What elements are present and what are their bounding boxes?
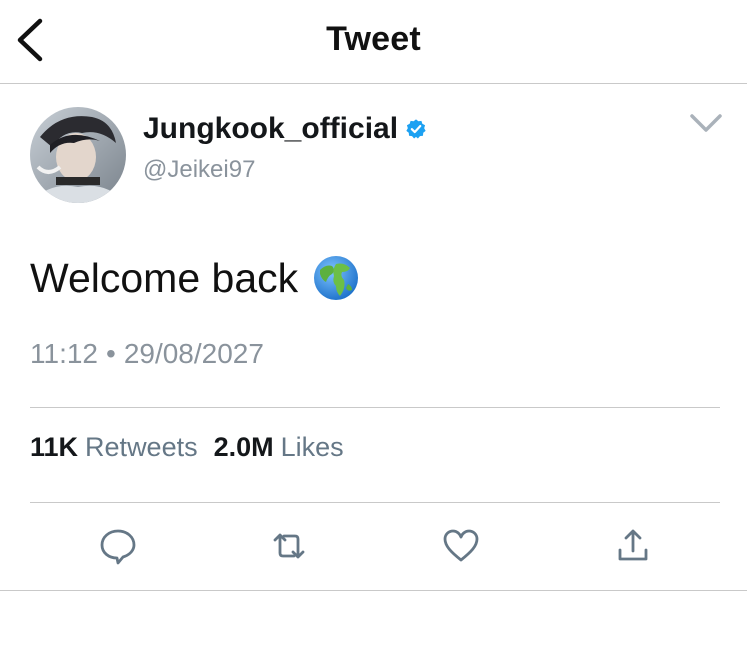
share-icon: [618, 529, 648, 561]
retweet-icon: [273, 533, 305, 559]
user-handle[interactable]: @Jeikei97: [143, 156, 255, 184]
tweet-date: 29/08/2027: [123, 338, 264, 369]
retweets-label[interactable]: Retweets: [85, 432, 198, 463]
divider: [0, 590, 747, 591]
likes-label[interactable]: Likes: [281, 432, 344, 463]
tweet-time: 11:12: [30, 338, 98, 369]
share-button[interactable]: [613, 526, 653, 566]
divider: [30, 407, 720, 408]
like-button[interactable]: [441, 526, 481, 566]
reply-icon: [100, 529, 136, 565]
retweets-count[interactable]: 11K: [30, 432, 78, 463]
heart-icon: [443, 529, 479, 562]
avatar-image: [30, 107, 126, 203]
retweet-button[interactable]: [269, 526, 309, 566]
page-title: Tweet: [326, 20, 421, 58]
top-bar: Tweet: [0, 0, 747, 84]
likes-count[interactable]: 2.0M: [214, 432, 274, 463]
engagement-stats: 11K Retweets 2.0M Likes: [30, 432, 344, 463]
timestamp-separator: •: [106, 338, 116, 369]
display-name[interactable]: Jungkook_official: [143, 112, 398, 146]
reply-button[interactable]: [98, 526, 138, 566]
author-name-row[interactable]: Jungkook_official: [143, 112, 427, 146]
verified-badge-icon: [406, 119, 426, 139]
globe-emoji-icon: [314, 256, 359, 300]
avatar[interactable]: [30, 107, 126, 203]
more-options-button[interactable]: [688, 108, 724, 138]
divider: [30, 502, 720, 503]
chevron-down-icon: [690, 114, 722, 132]
tweet-timestamp: 11:12 • 29/08/2027: [30, 338, 264, 370]
tweet-body: Welcome back: [30, 254, 360, 302]
tweet-text: Welcome back: [30, 254, 299, 301]
